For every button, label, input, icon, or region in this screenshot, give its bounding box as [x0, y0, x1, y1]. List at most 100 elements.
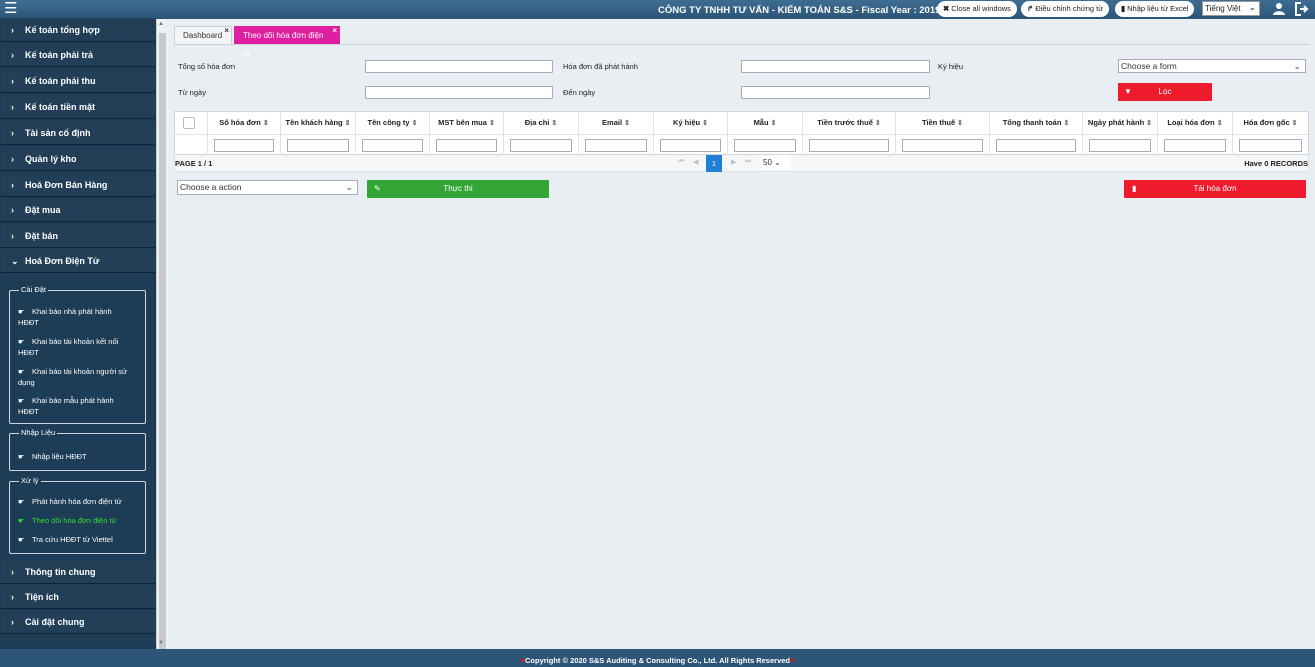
scroll-down-icon[interactable]: ▼	[158, 640, 164, 646]
sort-icon[interactable]: ⇕	[412, 120, 418, 127]
adjust-voucher-button[interactable]: ↱ Điều chỉnh chứng từ	[1021, 1, 1110, 17]
col-customer-name[interactable]: Tên khách hàng ⇕	[281, 112, 356, 134]
filter-email-input[interactable]	[585, 139, 647, 152]
sidebar-item-general-info[interactable]: › Thông tin chung	[1, 560, 155, 584]
sidebar-item-receivables[interactable]: › Kế toán phải thu	[1, 69, 155, 93]
filter-original-invoice-input[interactable]	[1239, 139, 1302, 152]
sort-icon[interactable]: ⇕	[345, 120, 351, 127]
sort-icon[interactable]: ⇕	[551, 120, 557, 127]
hamburger-menu-icon[interactable]: ☰	[4, 1, 22, 17]
select-all-checkbox[interactable]	[183, 117, 195, 129]
scroll-thumb[interactable]	[159, 33, 166, 655]
sort-icon[interactable]: ⇕	[1063, 120, 1069, 127]
sidebar-item-fixed-assets[interactable]: › Tài sản cố định	[1, 121, 155, 145]
col-tax-amount[interactable]: Tiền thuế ⇕	[896, 112, 990, 134]
col-invoice-no[interactable]: Số hóa đơn ⇕	[208, 112, 281, 134]
close-icon[interactable]: ×	[224, 22, 229, 40]
close-all-windows-button[interactable]: ✖ Close all windows	[937, 1, 1017, 17]
submenu-publisher[interactable]: ☛ Khai báo nhà phát hành HĐĐT	[18, 307, 144, 328]
sidebar-item-general-accounting[interactable]: › Kế toán tổng hợp	[1, 18, 155, 42]
sort-icon[interactable]: ⇕	[489, 120, 495, 127]
sort-icon[interactable]: ⇕	[702, 120, 708, 127]
col-total-payment[interactable]: Tổng thanh toán ⇕	[990, 112, 1083, 134]
col-company-name[interactable]: Tên công ty ⇕	[356, 112, 430, 134]
first-page-icon[interactable]: ⏮	[678, 158, 684, 166]
submenu-invoice-template[interactable]: ☛ Khai báo mẫu phát hành HĐĐT	[18, 396, 144, 417]
issued-invoices-input[interactable]	[741, 60, 930, 73]
filter-company-name-input[interactable]	[362, 139, 423, 152]
sidebar-item-sales-invoice[interactable]: › Hoá Đơn Bán Hàng	[1, 173, 155, 197]
filter-address-input[interactable]	[510, 139, 572, 152]
from-date-input[interactable]	[365, 86, 553, 99]
filter-symbol-input[interactable]	[660, 139, 721, 152]
sidebar-item-inventory[interactable]: › Quản lý kho	[1, 147, 155, 171]
language-select[interactable]: Tiếng Việt ⌄	[1202, 1, 1260, 16]
filter-invoice-no-input[interactable]	[214, 139, 274, 152]
tab-track-einvoice[interactable]: Theo dõi hóa đơn điện tử ×	[234, 26, 340, 58]
col-issue-date[interactable]: Ngày phát hành ⇕	[1083, 112, 1158, 134]
sort-icon[interactable]: ⇕	[1217, 120, 1223, 127]
submenu-einvoice-entry[interactable]: ☛ Nhập liệu HĐĐT	[18, 452, 144, 463]
filter-customer-name-input[interactable]	[287, 139, 349, 152]
filter-buyer-tax-code-input[interactable]	[436, 139, 497, 152]
sidebar-item-sales-order[interactable]: › Đặt bán	[1, 224, 155, 248]
logout-icon[interactable]	[1295, 2, 1309, 16]
next-page-icon[interactable]: ▶	[731, 158, 736, 166]
page-size-select[interactable]: 50 ⌄	[761, 155, 791, 170]
sidebar-item-utilities[interactable]: › Tiện ích	[1, 585, 155, 609]
filter-cell	[175, 134, 208, 155]
sort-icon[interactable]: ⇕	[875, 120, 881, 127]
col-pre-tax-amount[interactable]: Tiền trước thuế ⇕	[803, 112, 896, 134]
group-processing: Xử lý ☛ Phát hành hóa đơn điện tử ☛ Theo d…	[9, 476, 146, 554]
user-icon[interactable]	[1272, 2, 1286, 16]
sort-icon[interactable]: ⇕	[1292, 120, 1298, 127]
sort-icon[interactable]: ⇕	[1146, 120, 1152, 127]
filter-issue-date-input[interactable]	[1089, 139, 1151, 152]
sidebar-scrollbar[interactable]: ▲ ▼	[156, 19, 167, 655]
form-select[interactable]: Choose a form ⌄	[1118, 59, 1306, 73]
chevron-down-icon: ⌄	[1248, 2, 1256, 12]
to-date-label: Đến ngày	[563, 88, 596, 97]
col-invoice-type[interactable]: Loại hóa đơn ⇕	[1158, 112, 1233, 134]
import-excel-button[interactable]: ▮ Nhập liệu từ Excel	[1115, 1, 1195, 17]
action-select[interactable]: Choose a action ⌄	[177, 180, 358, 195]
sort-icon[interactable]: ⇕	[624, 120, 630, 127]
col-email[interactable]: Email ⇕	[579, 112, 654, 134]
filter-button[interactable]: ▼ Lọc	[1118, 83, 1212, 101]
filter-invoice-type-input[interactable]	[1164, 139, 1226, 152]
sidebar-item-purchase-order[interactable]: › Đặt mua	[1, 198, 155, 222]
col-buyer-tax-code[interactable]: MST bên mua ⇕	[430, 112, 504, 134]
current-page-button[interactable]: 1	[706, 155, 722, 172]
filter-template-input[interactable]	[734, 139, 796, 152]
to-date-input[interactable]	[741, 86, 930, 99]
filter-tax-input[interactable]	[902, 139, 983, 152]
submenu-user-account[interactable]: ☛ Khai báo tài khoản người sử dụng	[18, 367, 144, 388]
col-template[interactable]: Mẫu ⇕	[728, 112, 803, 134]
col-symbol[interactable]: Ký hiệu ⇕	[654, 112, 728, 134]
sidebar-item-e-invoice[interactable]: ⌄ Hoá Đơn Điện Tử	[1, 249, 155, 273]
company-title: CÔNG TY TNHH TƯ VẤN - KIỂM TOÁN S&S - Fi…	[658, 5, 941, 16]
sidebar-item-general-settings[interactable]: › Cài đặt chung	[1, 610, 155, 634]
col-original-invoice[interactable]: Hóa đơn gốc ⇕	[1233, 112, 1308, 134]
prev-page-icon[interactable]: ◀	[693, 158, 698, 166]
sort-icon[interactable]: ⇕	[263, 120, 269, 127]
scroll-up-icon[interactable]: ▲	[158, 21, 164, 27]
filter-total-input[interactable]	[996, 139, 1076, 152]
sidebar-item-cash[interactable]: › Kế toán tiền mặt	[1, 95, 155, 119]
submenu-connection-account[interactable]: ☛ Khai báo tài khoản kết nối HĐĐT	[18, 337, 144, 358]
execute-button[interactable]: ✎ Thực thi	[367, 180, 549, 198]
submenu-issue-einvoice[interactable]: ☛ Phát hành hóa đơn điện tử	[18, 497, 144, 508]
sort-icon[interactable]: ⇕	[771, 120, 777, 127]
filter-cell	[1233, 134, 1308, 155]
filter-pre-tax-input[interactable]	[809, 139, 889, 152]
submenu-lookup-viettel[interactable]: ☛ Tra cứu HĐĐT từ Viettel	[18, 535, 144, 546]
col-address[interactable]: Địa chỉ ⇕	[504, 112, 579, 134]
last-page-icon[interactable]: ⏭	[745, 158, 751, 166]
sort-icon[interactable]: ⇕	[957, 120, 963, 127]
download-invoice-button[interactable]: ▮ Tải hóa đơn	[1124, 180, 1306, 198]
sidebar-item-payables[interactable]: › Kế toán phải trả	[1, 43, 155, 67]
total-invoices-input[interactable]	[365, 60, 553, 73]
close-icon[interactable]: ×	[332, 22, 337, 40]
tab-dashboard[interactable]: Dashboard ×	[174, 26, 232, 44]
submenu-track-einvoice[interactable]: ☛ Theo dõi hóa đơn điện tử	[18, 516, 144, 527]
